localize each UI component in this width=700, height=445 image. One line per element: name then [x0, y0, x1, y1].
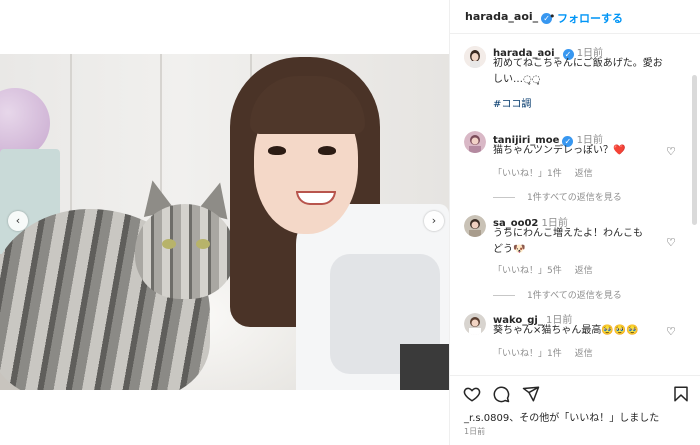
comment-meta: 「いいね！」1件 返信: [493, 166, 593, 179]
cat-eye: [196, 239, 210, 249]
person-eye: [318, 146, 336, 155]
comment-reply-button[interactable]: 返信: [575, 266, 593, 276]
author-avatar[interactable]: [464, 46, 486, 68]
comment-like-heart-icon[interactable]: ♡: [666, 325, 676, 338]
comment-meta: 「いいね！」1件 返信: [493, 346, 593, 359]
view-replies-button[interactable]: 1件すべての返信を見る: [493, 288, 622, 301]
comment-like-heart-icon[interactable]: ♡: [666, 236, 676, 249]
caption-line: 初めてねこちゃんにご飯あげた。愛お: [493, 58, 663, 69]
liked-by-rest[interactable]: 、その他が「いいね！」しました: [509, 413, 659, 424]
comment-likes-count[interactable]: 「いいね！」1件: [493, 169, 562, 179]
header-username[interactable]: harada_aoi_ ✓: [465, 10, 553, 24]
share-icon[interactable]: [522, 385, 540, 403]
comment-line: うちにわんこ増えたよ！わんこも: [493, 228, 643, 239]
liked-by-username[interactable]: _r.s.0809: [464, 413, 509, 424]
replies-divider-line: [493, 197, 515, 198]
post-date[interactable]: 1日前: [464, 426, 485, 437]
comments-section[interactable]: harada_aoi_ ✓ 1日前 初めてねこちゃんにご飯あげた。愛お しい…◌̥…: [450, 35, 700, 375]
comments-scrollbar[interactable]: [692, 75, 697, 225]
carousel-prev-button[interactable]: ‹: [8, 211, 28, 231]
caption-hashtag[interactable]: #ココ調: [493, 95, 531, 110]
comment-meta: 「いいね！」5件 返信: [493, 263, 593, 276]
view-replies-label[interactable]: 1件すべての返信を見る: [527, 291, 622, 301]
post-header: harada_aoi_ ✓ • フォローする: [450, 0, 700, 34]
comment-icon[interactable]: [492, 385, 510, 403]
comment-line: どう🐶: [493, 244, 526, 255]
comment-text: 葵ちゃん×猫ちゃん最高🥹🥹🥹: [493, 325, 639, 336]
carousel-next-button[interactable]: ›: [424, 211, 444, 231]
cat-eye: [162, 239, 176, 249]
comment-likes-count[interactable]: 「いいね！」5件: [493, 266, 562, 276]
view-replies-button[interactable]: 1件すべての返信を見る: [493, 190, 622, 203]
header-username-text[interactable]: harada_aoi_: [465, 10, 538, 23]
header-separator-dot: •: [549, 10, 556, 23]
post-actions-footer: _r.s.0809、その他が「いいね！」しました 1日前: [450, 375, 700, 445]
commenter-avatar[interactable]: [464, 313, 486, 335]
comment-like-heart-icon[interactable]: ♡: [666, 145, 676, 158]
post-photo[interactable]: [0, 54, 449, 390]
caption-text: 初めてねこちゃんにご飯あげた。愛お しい…◌̥◌̥: [493, 56, 663, 88]
caption-line: しい…◌̥◌̥: [493, 74, 541, 85]
comment-likes-count[interactable]: 「いいね！」1件: [493, 349, 562, 359]
comment-text: 猫ちゃんツンデレっぽい？❤️: [493, 145, 626, 156]
cat-head: [135, 204, 235, 299]
person-pants: [400, 344, 449, 390]
commenter-avatar[interactable]: [464, 215, 486, 237]
commenter-avatar[interactable]: [464, 131, 486, 153]
follow-button[interactable]: フォローする: [557, 10, 623, 26]
view-replies-label[interactable]: 1件すべての返信を見る: [527, 193, 622, 203]
person-eye: [268, 146, 286, 155]
post-media-pane: ‹ ›: [0, 0, 449, 445]
comment-reply-button[interactable]: 返信: [575, 169, 593, 179]
comment-reply-button[interactable]: 返信: [575, 349, 593, 359]
post-sidebar: harada_aoi_ ✓ • フォローする harada_aoi_ ✓ 1日前 初…: [449, 0, 700, 445]
likes-summary[interactable]: _r.s.0809、その他が「いいね！」しました: [464, 409, 659, 424]
replies-divider-line: [493, 295, 515, 296]
bookmark-icon[interactable]: [672, 385, 690, 403]
heart-icon[interactable]: [463, 385, 481, 403]
comment-text: うちにわんこ増えたよ！わんこも どう🐶: [493, 226, 643, 258]
